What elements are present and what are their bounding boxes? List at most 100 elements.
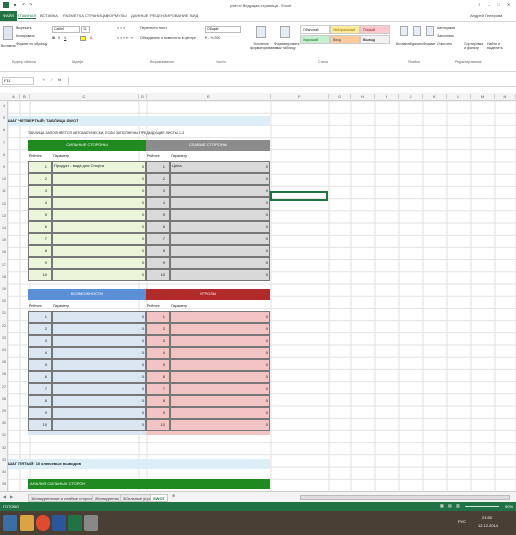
weakness-rank[interactable]: 7: [147, 234, 165, 244]
strength-value[interactable]: 0: [116, 186, 144, 196]
style-output[interactable]: Вывод: [360, 35, 390, 44]
row-header[interactable]: 31: [0, 433, 8, 437]
weakness-rank[interactable]: 10: [147, 270, 165, 280]
format-painter-button[interactable]: Формат по образцу: [16, 42, 47, 46]
threat-rank[interactable]: 5: [147, 360, 165, 370]
row-header[interactable]: 23: [0, 336, 8, 340]
format-cells-button[interactable]: Формат: [423, 42, 435, 46]
worksheet-grid[interactable]: ШАГ ЧЕТВЕРТЫЙ: ТАБЛИЦА SWOT ТАБЛИЦА ЗАПО…: [8, 101, 516, 491]
redo-icon[interactable]: ↷: [29, 2, 32, 7]
tab-home[interactable]: ГЛАВНАЯ: [18, 13, 37, 19]
tab-page-layout[interactable]: РАЗМЕТКА СТРАНИЦЫ: [63, 13, 108, 18]
strength-value[interactable]: 0: [116, 234, 144, 244]
strength-rank[interactable]: 1: [29, 162, 47, 172]
app-taskbar-icon[interactable]: [84, 515, 98, 531]
threat-rank[interactable]: 1: [147, 312, 165, 322]
tab-review[interactable]: РЕЦЕНЗИРОВАНИЕ: [150, 13, 188, 18]
row-header[interactable]: 25: [0, 360, 8, 364]
opportunity-value[interactable]: 0: [116, 360, 144, 370]
row-header[interactable]: 14: [0, 226, 8, 230]
explorer-icon[interactable]: [20, 515, 34, 531]
zoom-level[interactable]: 90%: [505, 504, 513, 509]
column-header-f[interactable]: F: [271, 94, 329, 99]
opportunity-value[interactable]: 0: [116, 312, 144, 322]
italic-button[interactable]: К: [58, 36, 60, 40]
find-select-button[interactable]: Найти и выделить: [487, 42, 509, 50]
sheet-tab-1[interactable]: 1Конкурентные и слабые стороны: [28, 494, 98, 502]
strength-value[interactable]: 0: [116, 270, 144, 280]
clock-date[interactable]: 12.12.2014: [478, 523, 498, 528]
opportunity-rank[interactable]: 8: [29, 396, 47, 406]
row-header[interactable]: 29: [0, 409, 8, 413]
weakness-value[interactable]: 0: [240, 246, 268, 256]
row-header[interactable]: 11: [0, 189, 8, 193]
weakness-rank[interactable]: 3: [147, 186, 165, 196]
strength-value[interactable]: 0: [116, 246, 144, 256]
opportunity-rank[interactable]: 4: [29, 348, 47, 358]
opportunity-rank[interactable]: 1: [29, 312, 47, 322]
threat-value[interactable]: 0: [240, 384, 268, 394]
style-good[interactable]: Хороший: [300, 35, 330, 44]
threat-rank[interactable]: 9: [147, 408, 165, 418]
number-format-select[interactable]: Общий: [205, 26, 241, 33]
threat-value[interactable]: 0: [240, 372, 268, 382]
sheet-tab-swot[interactable]: SWOT: [150, 494, 168, 502]
clear-button[interactable]: Очистить: [437, 42, 452, 46]
align-center-icon[interactable]: ≡ ≡ ≡ ⇤ ⇥: [117, 36, 133, 40]
row-header[interactable]: 30: [0, 421, 8, 425]
row-header[interactable]: 6: [0, 128, 8, 132]
page-break-icon[interactable]: ▥: [456, 503, 460, 508]
save-icon[interactable]: ■: [14, 2, 16, 7]
font-color-button[interactable]: А: [90, 36, 92, 40]
column-header-b[interactable]: B: [20, 94, 30, 99]
strength-rank[interactable]: 5: [29, 210, 47, 220]
strength-value[interactable]: 0: [116, 162, 144, 172]
weakness-rank[interactable]: 6: [147, 222, 165, 232]
weakness-value[interactable]: 0: [240, 258, 268, 268]
opportunity-rank[interactable]: 6: [29, 372, 47, 382]
row-header[interactable]: 19: [0, 287, 8, 291]
strength-rank[interactable]: 2: [29, 174, 47, 184]
opportunity-rank[interactable]: 2: [29, 324, 47, 334]
threat-value[interactable]: 0: [240, 336, 268, 346]
style-neutral[interactable]: Нейтральный: [330, 25, 360, 34]
weakness-rank[interactable]: 8: [147, 246, 165, 256]
horizontal-scrollbar[interactable]: [300, 495, 510, 500]
percent-button[interactable]: ₽ - % 000: [205, 36, 220, 40]
strength-rank[interactable]: 8: [29, 246, 47, 256]
threat-value[interactable]: 0: [240, 360, 268, 370]
user-name[interactable]: Андрей Генерова: [470, 13, 502, 18]
row-header[interactable]: 26: [0, 372, 8, 376]
column-header-i[interactable]: I: [375, 94, 399, 99]
weakness-rank[interactable]: 5: [147, 210, 165, 220]
threat-value[interactable]: 0: [240, 396, 268, 406]
insert-cells-icon[interactable]: [400, 26, 408, 36]
autosum-button[interactable]: Автосумма: [437, 26, 455, 30]
tab-insert[interactable]: ВСТАВКА: [40, 13, 58, 18]
clock-time[interactable]: 21:50: [482, 515, 492, 520]
row-header[interactable]: 24: [0, 348, 8, 352]
strength-value[interactable]: 0: [116, 258, 144, 268]
format-table-icon[interactable]: [280, 26, 290, 38]
insert-cells-button[interactable]: Вставить: [396, 42, 411, 46]
cancel-icon[interactable]: ✕: [42, 77, 45, 82]
column-header-c[interactable]: C: [30, 94, 139, 99]
weakness-rank[interactable]: 2: [147, 174, 165, 184]
close-button[interactable]: ✕: [507, 2, 510, 7]
threat-rank[interactable]: 4: [147, 348, 165, 358]
copy-button[interactable]: Копировать: [16, 34, 35, 38]
style-normal[interactable]: Обычный: [300, 25, 330, 34]
row-header[interactable]: 12: [0, 202, 8, 206]
row-header[interactable]: 21: [0, 311, 8, 315]
strength-rank[interactable]: 4: [29, 198, 47, 208]
start-button-icon[interactable]: [3, 515, 17, 531]
weakness-value[interactable]: 0: [240, 186, 268, 196]
conditional-format-icon[interactable]: [256, 26, 266, 38]
format-cells-icon[interactable]: [426, 26, 434, 36]
weakness-value[interactable]: 0: [240, 234, 268, 244]
column-header-g[interactable]: G: [329, 94, 351, 99]
opportunity-value[interactable]: 0: [116, 324, 144, 334]
strength-value[interactable]: 0: [116, 222, 144, 232]
formula-input[interactable]: [68, 77, 514, 85]
excel-taskbar-icon[interactable]: [68, 515, 82, 531]
